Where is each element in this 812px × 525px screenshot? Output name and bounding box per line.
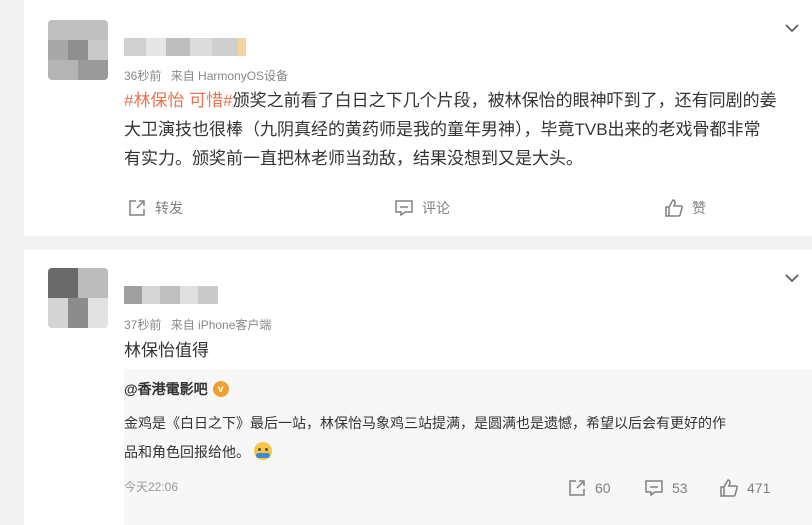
username[interactable] [124, 38, 274, 56]
post-card: 37秒前 来自 iPhone客户端 林保怡值得 @香港電影吧 v 金鸡是《白日之… [24, 250, 812, 525]
comment-icon [395, 200, 413, 217]
comment-count-button[interactable]: 53 [644, 478, 688, 498]
verified-icon: v [212, 381, 229, 397]
repost-stats: 60 53 471 [124, 478, 812, 504]
repost-button[interactable]: 转发 [127, 198, 183, 218]
like-button[interactable]: 赞 [664, 198, 706, 218]
share-icon [569, 480, 585, 496]
repost-text: 金鸡是《白日之下》最后一站，林保怡马象鸡三站提满，是圆满也是遗憾，希望以后会有更… [124, 415, 726, 460]
post-content: #林保怡 可惜#颁奖之前看了白日之下几个片段，被林保怡的眼神吓到了，还有同剧的姜… [124, 91, 777, 168]
post-card: 36秒前 来自 HarmonyOS设备 #林保怡 可惜#颁奖之前看了白日之下几个… [24, 0, 812, 236]
post-source: 来自 iPhone客户端 [170, 318, 272, 332]
comment-icon [645, 480, 663, 497]
post-meta: 36秒前 来自 HarmonyOS设备 [124, 67, 294, 84]
thumbs-up-icon [665, 199, 683, 217]
chevron-down-icon[interactable] [784, 270, 800, 286]
reposted-content[interactable]: @香港電影吧 v 金鸡是《白日之下》最后一站，林保怡马象鸡三站提满，是圆满也是遗… [124, 369, 812, 525]
share-icon [129, 200, 145, 216]
post-time[interactable]: 36秒前 [124, 69, 161, 83]
post-meta: 37秒前 来自 iPhone客户端 [124, 316, 277, 333]
post-time[interactable]: 37秒前 [124, 318, 161, 332]
avatar[interactable] [48, 268, 108, 328]
repost-count-button[interactable]: 60 [567, 478, 611, 498]
avatar[interactable] [48, 20, 108, 80]
post-content: 林保怡值得 [124, 341, 209, 360]
username[interactable] [124, 286, 219, 304]
thumbs-up-icon [720, 479, 738, 497]
repost-author[interactable]: @香港電影吧 v [124, 379, 229, 399]
post-source: 来自 HarmonyOS设备 [170, 69, 289, 83]
action-bar: 转发 评论 赞 [24, 198, 812, 224]
like-count-button[interactable]: 471 [719, 478, 770, 498]
hashtag-link[interactable]: #林保怡 可惜# [124, 91, 233, 110]
comment-button[interactable]: 评论 [394, 198, 450, 218]
chevron-down-icon[interactable] [784, 20, 800, 36]
emoji-icon [254, 442, 272, 460]
